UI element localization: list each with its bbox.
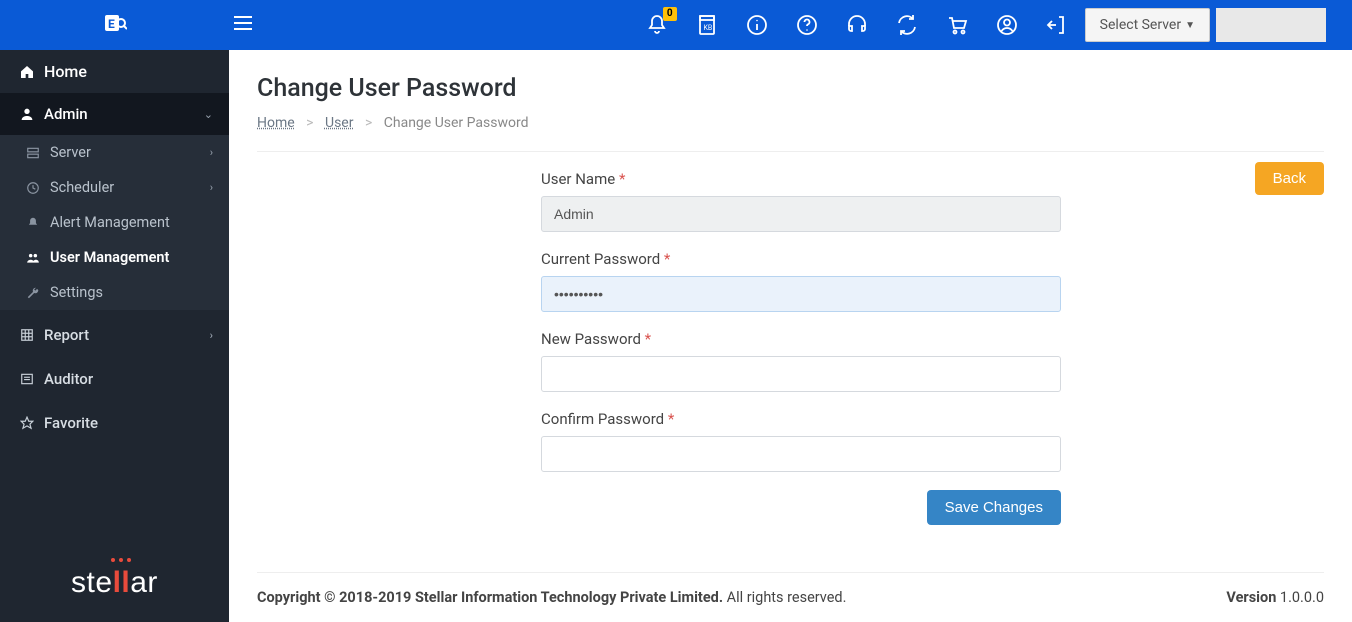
username-label: User Name * bbox=[541, 170, 1061, 188]
breadcrumb-current: Change User Password bbox=[384, 115, 529, 131]
topbar: E 0 KB bbox=[0, 0, 1352, 50]
breadcrumb-sep: > bbox=[365, 115, 372, 131]
sidebar-admin-submenu: Server › Scheduler › Alert Management Us… bbox=[0, 135, 229, 310]
topbar-actions: 0 KB Select Server ▼ bbox=[635, 3, 1352, 47]
help-button[interactable] bbox=[785, 3, 829, 47]
save-changes-button[interactable]: Save Changes bbox=[927, 490, 1061, 525]
home-icon bbox=[16, 64, 38, 80]
brand-logo: stellar bbox=[0, 566, 229, 600]
sidebar-toggle-icon[interactable] bbox=[229, 16, 269, 34]
sidebar-item-scheduler[interactable]: Scheduler › bbox=[0, 170, 229, 205]
username-input[interactable] bbox=[541, 196, 1061, 232]
knowledge-base-button[interactable]: KB bbox=[685, 3, 729, 47]
back-button[interactable]: Back bbox=[1255, 162, 1324, 195]
svg-text:KB: KB bbox=[703, 24, 712, 32]
wrench-icon bbox=[22, 286, 44, 300]
server-select-extension bbox=[1216, 8, 1326, 42]
confirm-password-label: Confirm Password * bbox=[541, 410, 1061, 428]
svg-text:E: E bbox=[108, 17, 115, 31]
notification-badge: 0 bbox=[663, 7, 677, 21]
sidebar-item-label: Settings bbox=[50, 284, 103, 301]
breadcrumb-user[interactable]: User bbox=[325, 115, 353, 131]
breadcrumb-home[interactable]: Home bbox=[257, 115, 295, 131]
list-icon bbox=[16, 372, 38, 386]
chevron-right-icon: › bbox=[210, 329, 213, 342]
sidebar-item-alert-management[interactable]: Alert Management bbox=[0, 205, 229, 240]
sidebar-item-label: Home bbox=[44, 62, 87, 81]
server-icon bbox=[22, 146, 44, 160]
brand-area: E bbox=[0, 0, 229, 50]
sync-button[interactable] bbox=[885, 3, 929, 47]
grid-icon bbox=[16, 328, 38, 342]
sidebar-item-report[interactable]: Report › bbox=[0, 316, 229, 354]
sidebar-item-label: Scheduler bbox=[50, 179, 114, 196]
footer-copyright: Copyright © 2018-2019 Stellar Informatio… bbox=[257, 589, 846, 606]
logout-button[interactable] bbox=[1035, 3, 1079, 47]
star-icon bbox=[16, 416, 38, 430]
sidebar-item-settings[interactable]: Settings bbox=[0, 275, 229, 310]
sidebar-item-label: Auditor bbox=[44, 370, 93, 388]
clock-icon bbox=[22, 181, 44, 195]
breadcrumb: Home > User > Change User Password bbox=[257, 115, 1324, 131]
sidebar-item-label: Favorite bbox=[44, 414, 98, 432]
footer: Copyright © 2018-2019 Stellar Informatio… bbox=[257, 572, 1324, 622]
sidebar-item-label: Report bbox=[44, 326, 89, 344]
page-title: Change User Password bbox=[257, 74, 1324, 103]
user-icon bbox=[16, 106, 38, 122]
sidebar-item-user-management[interactable]: User Management bbox=[0, 240, 229, 275]
sidebar-item-admin[interactable]: Admin ⌄ bbox=[0, 93, 229, 135]
caret-down-icon: ▼ bbox=[1185, 20, 1195, 31]
support-button[interactable] bbox=[835, 3, 879, 47]
account-button[interactable] bbox=[985, 3, 1029, 47]
sidebar-item-label: User Management bbox=[50, 249, 169, 266]
exchange-logo-icon: E bbox=[103, 12, 127, 39]
sidebar-item-auditor[interactable]: Auditor bbox=[0, 360, 229, 398]
users-icon bbox=[22, 251, 44, 265]
server-select-label: Select Server bbox=[1100, 17, 1181, 33]
sidebar-item-label: Server bbox=[50, 144, 91, 161]
sidebar-item-favorite[interactable]: Favorite bbox=[0, 404, 229, 442]
form-card: Back User Name * Current Password * New … bbox=[257, 151, 1324, 622]
sidebar: Home Admin ⌄ Server › Scheduler › Alert … bbox=[0, 50, 229, 622]
cart-button[interactable] bbox=[935, 3, 979, 47]
breadcrumb-sep: > bbox=[306, 115, 313, 131]
footer-version: Version 1.0.0.0 bbox=[1226, 589, 1324, 606]
current-password-label: Current Password * bbox=[541, 250, 1061, 268]
new-password-label: New Password * bbox=[541, 330, 1061, 348]
bell-icon bbox=[22, 216, 44, 230]
info-button[interactable] bbox=[735, 3, 779, 47]
notifications-button[interactable]: 0 bbox=[635, 3, 679, 47]
password-form: User Name * Current Password * New Passw… bbox=[541, 170, 1061, 525]
chevron-right-icon: › bbox=[210, 146, 213, 159]
current-password-input[interactable] bbox=[541, 276, 1061, 312]
confirm-password-input[interactable] bbox=[541, 436, 1061, 472]
sidebar-item-label: Alert Management bbox=[50, 214, 170, 231]
server-select-dropdown[interactable]: Select Server ▼ bbox=[1085, 8, 1210, 42]
sidebar-item-label: Admin bbox=[44, 105, 88, 123]
sidebar-item-server[interactable]: Server › bbox=[0, 135, 229, 170]
chevron-down-icon: ⌄ bbox=[204, 108, 213, 121]
main-content: Change User Password Home > User > Chang… bbox=[229, 50, 1352, 622]
chevron-right-icon: › bbox=[210, 181, 213, 194]
new-password-input[interactable] bbox=[541, 356, 1061, 392]
sidebar-item-home[interactable]: Home bbox=[0, 50, 229, 93]
